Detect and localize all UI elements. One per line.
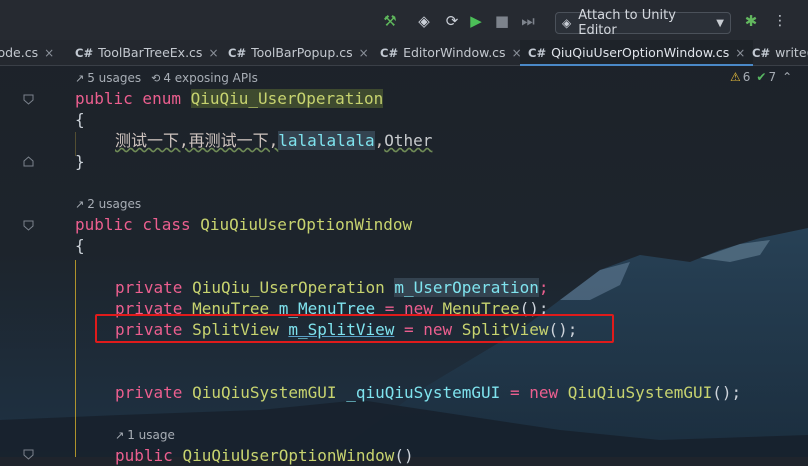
indent-guide bbox=[75, 260, 76, 457]
tab-lode[interactable]: lode.cs × bbox=[0, 40, 54, 65]
hammer-icon[interactable]: ⚒ bbox=[379, 10, 401, 32]
usages-icon: ↗ bbox=[75, 197, 85, 211]
tab-editorwindow[interactable]: C# EditorWindow.cs × bbox=[380, 40, 522, 65]
csharp-icon: C# bbox=[380, 45, 399, 60]
exposing-api-icon: ⟲ bbox=[151, 71, 161, 85]
method-name: QiuQiuUserOptionWindow bbox=[182, 446, 395, 465]
field-name: _qiuQiuSystemGUI bbox=[346, 383, 501, 402]
attach-to-unity-editor-dropdown[interactable]: ◈ Attach to Unity Editor ▼ bbox=[555, 8, 731, 38]
csharp-icon: C# bbox=[228, 45, 247, 60]
semicolon: ; bbox=[538, 278, 549, 297]
type-name: QiuQiu_UserOperation bbox=[192, 278, 395, 297]
chevron-up-icon: ⌃ bbox=[782, 70, 793, 84]
code-line: { bbox=[75, 236, 85, 256]
usages-count: 5 usages bbox=[87, 71, 142, 85]
operator: = bbox=[500, 383, 530, 402]
field-name: m_UserOperation bbox=[394, 278, 539, 297]
refresh-build-icon[interactable]: ⟳ bbox=[441, 10, 463, 32]
usages-hint[interactable]: ↗ 5 usages ⟲ 4 exposing APIs bbox=[75, 71, 258, 85]
enum-member: lalalalala bbox=[278, 131, 375, 150]
editor-tabs: lode.cs × C# ToolBarTreeEx.cs × C# ToolB… bbox=[0, 40, 808, 66]
csharp-icon: C# bbox=[528, 45, 547, 60]
code-line: { bbox=[75, 110, 85, 130]
code-line: private QiuQiu_UserOperation m_UserOpera… bbox=[115, 278, 549, 298]
code-line: public enum QiuQiu_UserOperation bbox=[75, 89, 384, 109]
usages-icon: ↗ bbox=[115, 428, 125, 442]
usages-count: 2 usages bbox=[87, 197, 142, 211]
tab-label: QiuQiuUserOptionWindow.cs bbox=[551, 45, 730, 60]
warning-count: 6 bbox=[742, 70, 751, 84]
exposing-apis-count: 4 exposing APIs bbox=[163, 71, 258, 85]
fold-icon[interactable] bbox=[23, 94, 34, 105]
fold-end-icon[interactable] bbox=[23, 156, 34, 167]
code-line: private QiuQiuSystemGUI _qiuQiuSystemGUI… bbox=[115, 383, 741, 403]
punctuation: () bbox=[394, 446, 414, 465]
check-icon: ✔ bbox=[756, 70, 767, 84]
tab-write[interactable]: C# write( bbox=[752, 40, 808, 65]
warning-icon: ⚠ bbox=[730, 70, 741, 84]
keyword: private bbox=[115, 383, 193, 402]
close-icon[interactable]: × bbox=[208, 46, 218, 60]
tab-label: lode.cs bbox=[0, 45, 39, 60]
enum-member: Other bbox=[384, 131, 433, 150]
main-toolbar: ⚒ ◈ ⟳ ▶ ■ ⏭ ◈ Attach to Unity Editor ▼ ✱… bbox=[0, 0, 808, 40]
code-line: public QiuQiuUserOptionWindow() bbox=[115, 446, 414, 466]
enum-member: 测试一下,再测试一下, bbox=[115, 131, 279, 150]
fold-icon[interactable] bbox=[23, 220, 34, 231]
close-icon[interactable]: × bbox=[44, 46, 54, 60]
highlight-annotation-box bbox=[95, 314, 614, 343]
tab-label: EditorWindow.cs bbox=[403, 45, 506, 60]
code-line: public class QiuQiuUserOptionWindow bbox=[75, 215, 412, 235]
close-icon[interactable]: × bbox=[735, 46, 745, 60]
tab-label: ToolBarTreeEx.cs bbox=[98, 45, 203, 60]
bug-icon[interactable]: ✱ bbox=[740, 10, 762, 32]
csharp-icon: C# bbox=[752, 45, 771, 60]
tab-toolbartreeex[interactable]: C# ToolBarTreeEx.cs × bbox=[75, 40, 219, 65]
tab-label: ToolBarPopup.cs bbox=[251, 45, 353, 60]
tab-label: write( bbox=[775, 45, 808, 60]
keyword: public bbox=[115, 446, 183, 465]
keyword: public enum bbox=[75, 89, 191, 108]
step-icon[interactable]: ⏭ bbox=[517, 10, 539, 32]
more-icon[interactable]: ⋮ bbox=[769, 10, 791, 32]
inspection-widget[interactable]: ⚠ 6 ✔ 7 ⌃ bbox=[730, 70, 792, 84]
close-icon[interactable]: × bbox=[359, 46, 369, 60]
code-line: } bbox=[75, 152, 85, 172]
usages-hint[interactable]: ↗ 1 usage bbox=[115, 428, 175, 442]
keyword: public class bbox=[75, 215, 201, 234]
code-line: 测试一下,再测试一下,lalalalala,Other bbox=[115, 131, 432, 151]
class-name: QiuQiuUserOptionWindow bbox=[200, 215, 413, 234]
ok-count: 7 bbox=[768, 70, 777, 84]
brace: { bbox=[75, 110, 85, 129]
run-icon[interactable]: ▶ bbox=[465, 10, 487, 32]
unity-target-icon: ◈ bbox=[562, 16, 572, 30]
fold-icon[interactable] bbox=[23, 449, 34, 460]
brace: { bbox=[75, 236, 85, 255]
type-name: QiuQiuSystemGUI bbox=[192, 383, 347, 402]
csharp-icon: C# bbox=[75, 45, 94, 60]
enum-name: QiuQiu_UserOperation bbox=[190, 89, 384, 108]
chevron-down-icon: ▼ bbox=[716, 17, 724, 29]
code-editor[interactable]: ↗ 5 usages ⟲ 4 exposing APIs public enum… bbox=[0, 66, 808, 465]
attach-label: Attach to Unity Editor bbox=[578, 8, 676, 38]
keyword: private bbox=[115, 278, 193, 297]
tab-qiuqiuuseroptionwindow[interactable]: C# QiuQiuUserOptionWindow.cs × bbox=[520, 40, 754, 66]
usages-hint[interactable]: ↗ 2 usages bbox=[75, 197, 141, 211]
punctuation: (); bbox=[712, 383, 742, 402]
keyword: new bbox=[529, 383, 568, 402]
tab-toolbarpopup[interactable]: C# ToolBarPopup.cs × bbox=[228, 40, 369, 65]
unity-icon[interactable]: ◈ bbox=[413, 10, 435, 32]
type-name: QiuQiuSystemGUI bbox=[567, 383, 713, 402]
usages-icon: ↗ bbox=[75, 71, 85, 85]
comma: , bbox=[374, 131, 385, 150]
brace: } bbox=[75, 152, 85, 171]
usages-count: 1 usage bbox=[127, 428, 175, 442]
stop-icon[interactable]: ■ bbox=[491, 10, 513, 32]
